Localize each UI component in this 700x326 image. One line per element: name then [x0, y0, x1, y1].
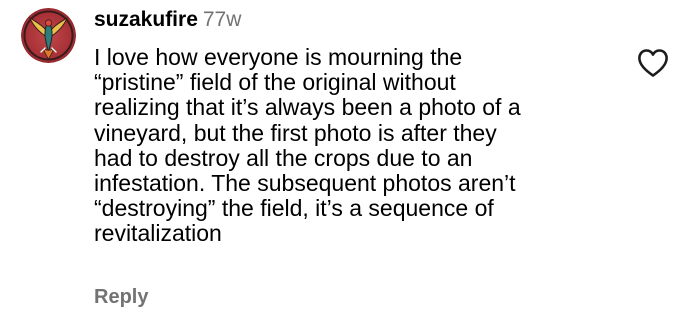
comment-text-line: vineyard, but the first photo is after t… — [94, 119, 497, 146]
comment-text-line: I love how everyone is mourning the — [94, 44, 463, 70]
comment-text-line: realizing that it’s always been a photo … — [94, 94, 521, 121]
comment-text-line: “destroying” the field, it’s a sequence … — [94, 195, 494, 222]
comment-text-line: infestation. The subsequent photos aren’… — [94, 170, 516, 197]
comment-text: I love how everyone is mourning the “pri… — [94, 44, 624, 247]
avatar[interactable] — [21, 8, 76, 63]
comment-text-line: revitalization — [94, 220, 222, 247]
comment-content: suzakufire 77w I love how everyone is mou… — [94, 8, 624, 247]
reply-button[interactable]: Reply — [94, 285, 148, 309]
comment-item: suzakufire 77w I love how everyone is mou… — [0, 0, 700, 326]
username-link[interactable]: suzakufire — [94, 8, 198, 31]
comment-header: suzakufire 77w — [94, 8, 624, 32]
comment-text-line: had to destroy all the crops due to an — [94, 144, 473, 171]
comment-age: 77w — [202, 8, 242, 31]
phoenix-avatar-icon — [21, 8, 76, 63]
like-button[interactable] — [637, 48, 669, 78]
heart-outline-icon — [638, 49, 668, 77]
comment-text-line: “pristine” field of the original without — [94, 69, 456, 96]
